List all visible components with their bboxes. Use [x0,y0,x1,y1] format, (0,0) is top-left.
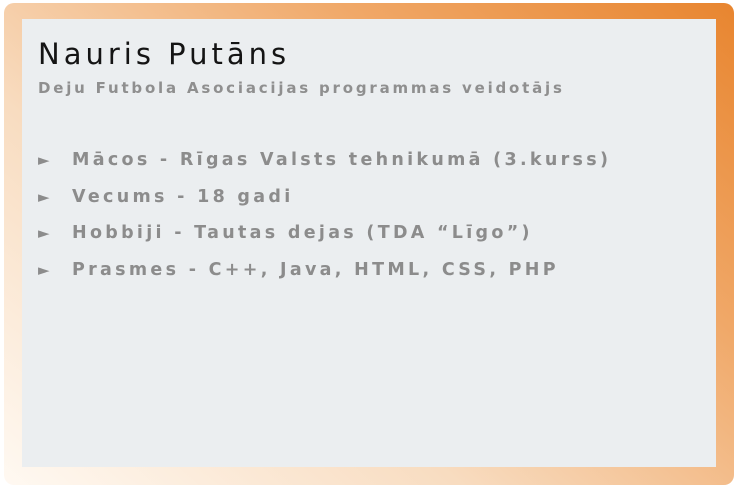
fact-age: ► Vecums - 18 gadi [38,185,611,222]
fact-skills: ► Prasmes - C++, Java, HTML, CSS, PHP [38,258,611,295]
person-role: Deju Futbola Asociacijas programmas veid… [38,79,565,97]
triangle-bullet-icon: ► [38,187,50,206]
facts-list: ► Mācos - Rīgas Valsts tehnikumā (3.kurs… [38,148,611,294]
triangle-bullet-icon: ► [38,224,50,242]
person-name: Nauris Putāns [38,37,291,71]
fact-hobbies-text: Hobbiji - Tautas dejas (TDA “Līgo”) [72,223,533,243]
triangle-bullet-icon: ► [38,151,50,169]
fact-hobbies: ► Hobbiji - Tautas dejas (TDA “Līgo”) [38,221,611,258]
fact-education: ► Mācos - Rīgas Valsts tehnikumā (3.kurs… [38,148,611,185]
fact-skills-text: Prasmes - C++, Java, HTML, CSS, PHP [72,259,559,280]
fact-education-text: Mācos - Rīgas Valsts tehnikumā (3.kurss) [72,150,612,170]
triangle-bullet-icon: ► [38,260,50,279]
fact-age-text: Vecums - 18 gadi [72,186,294,207]
